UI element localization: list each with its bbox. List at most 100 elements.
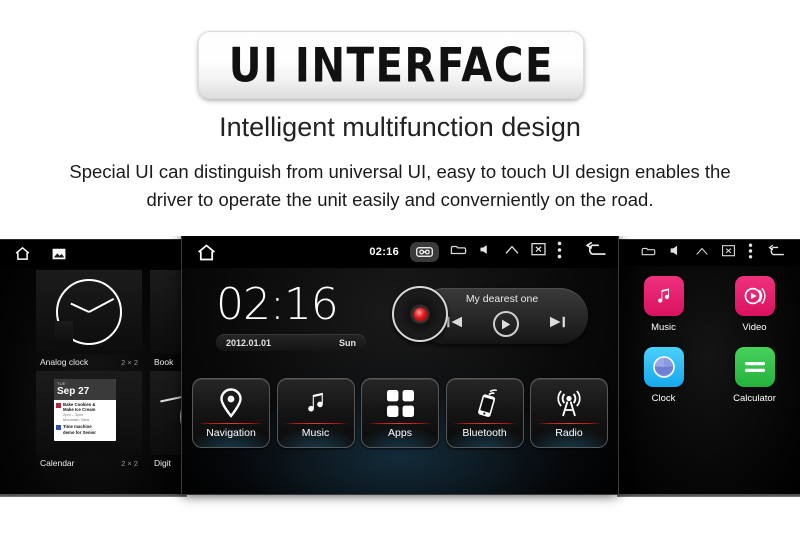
clock-date: 2012.01.01 — [226, 337, 272, 348]
clock-widget[interactable]: 02:16 2012.01.01 Sun — [216, 282, 366, 351]
prev-track-button[interactable] — [446, 315, 464, 334]
wallpaper-icon[interactable] — [52, 247, 66, 265]
tile-divider — [283, 423, 348, 424]
calendar-header: TUE Sep 27 — [54, 379, 116, 400]
clock-time: 02:16 — [216, 279, 339, 330]
app-tile-music[interactable]: Music — [276, 378, 355, 448]
widget-label: Digit — [154, 458, 172, 468]
screens-reflection: Calendar 2 × 2 Digit Navigation Music Ap… — [0, 494, 800, 558]
event-place: Mountain View — [63, 417, 90, 423]
clock-day-of-week: Sun — [339, 337, 356, 348]
center-screen[interactable]: 02:16 02:16 2012.01.01 Sun My dearest on… — [182, 236, 618, 494]
disc-center-label — [413, 307, 427, 321]
app-label: Video — [742, 322, 767, 333]
calendar-widget: TUE Sep 27 Bake Cookies & Make Ice Cream… — [54, 379, 116, 441]
right-screen[interactable]: Music Video Clock Calculator — [618, 240, 800, 496]
app-item-music[interactable]: Music — [627, 276, 701, 333]
home-icon[interactable] — [196, 242, 217, 268]
app-item-clock[interactable]: Clock — [627, 347, 701, 404]
app-grid: Music Video Clock Calculator — [618, 276, 800, 404]
center-statusbar: 02:16 — [182, 236, 618, 268]
tile-label: Apps — [388, 427, 412, 439]
sd-card-icon[interactable] — [450, 243, 467, 261]
play-button[interactable] — [492, 311, 519, 337]
media-controls — [432, 311, 580, 337]
widget-label-row: Calendar 2 × 2 — [36, 455, 142, 472]
paragraph-line-1: Special UI can distinguish from universa… — [69, 161, 731, 182]
equals-icon — [744, 362, 765, 372]
calculator-tile[interactable] — [734, 347, 775, 387]
widget-label: Calendar — [40, 458, 75, 468]
event-title-2: demo for Senior — [63, 429, 96, 435]
tile-label: Navigation — [206, 427, 256, 439]
tile-divider — [537, 423, 601, 424]
event-title: Time machine — [63, 424, 92, 430]
calendar-event: Bake Cookies & Make Ice Cream 2pm – 3pm … — [54, 400, 116, 422]
right-statusbar — [618, 240, 800, 266]
widget-label-row: Digit — [150, 455, 186, 472]
app-item-calculator[interactable]: Calculator — [718, 347, 792, 404]
sd-card-icon[interactable] — [641, 244, 656, 262]
radio-cassette-icon[interactable] — [410, 242, 439, 262]
phone-link-icon — [447, 387, 523, 419]
clock-tile[interactable] — [643, 347, 684, 387]
statusbar-clock: 02:16 — [369, 246, 399, 258]
grid-apps-icon — [362, 387, 438, 419]
radio-tower-icon — [531, 387, 607, 419]
clock-face-icon — [55, 279, 122, 347]
overflow-menu-icon[interactable] — [748, 243, 753, 264]
overflow-menu-icon[interactable] — [557, 241, 562, 264]
widget-item-calendar[interactable]: TUE Sep 27 Bake Cookies & Make Ice Cream… — [36, 371, 142, 472]
widget-column-right-partial: Book Digit — [150, 270, 186, 472]
left-screen[interactable]: Analog clock 2 × 2 TUE Sep 27 Bake Cooki… — [0, 240, 186, 496]
screen-off-icon[interactable] — [531, 243, 546, 261]
video-play-icon — [744, 287, 766, 305]
widget-label-row: Book — [150, 354, 186, 371]
left-statusbar — [0, 240, 186, 268]
subtitle: Intelligent multifunction design — [219, 112, 581, 142]
event-color-chip — [56, 425, 61, 431]
eject-icon[interactable] — [504, 243, 520, 261]
app-tile-navigation[interactable]: Navigation — [192, 378, 270, 448]
digital-clock-preview — [150, 371, 186, 455]
app-tile-bluetooth[interactable]: Bluetooth — [445, 378, 524, 448]
widget-item-digital-clock[interactable]: Digit — [150, 371, 186, 472]
app-item-video[interactable]: Video — [718, 276, 792, 333]
calendar-preview: TUE Sep 27 Bake Cookies & Make Ice Cream… — [36, 371, 142, 455]
home-icon[interactable] — [14, 245, 31, 267]
music-note-icon — [657, 288, 669, 303]
tile-divider — [199, 423, 263, 424]
calendar-event: Time machine demo for Senior — [54, 422, 116, 435]
calendar-date: Sep 27 — [57, 386, 90, 397]
volume-icon[interactable] — [478, 242, 493, 262]
widget-size: 2 × 2 — [121, 357, 138, 367]
music-note-icon — [278, 387, 354, 419]
app-shortcut-row: Navigation Music Apps Bluetooth Radio — [192, 378, 608, 448]
app-label: Music — [651, 322, 676, 333]
map-pin-icon — [193, 387, 269, 419]
screen-off-icon[interactable] — [722, 244, 735, 262]
event-color-chip — [56, 403, 61, 408]
title-banner: UI INTERFACE — [198, 31, 584, 99]
vinyl-disc-icon — [392, 286, 448, 342]
tile-label: Radio — [555, 427, 583, 439]
eject-icon[interactable] — [695, 244, 709, 262]
back-icon[interactable] — [766, 244, 786, 263]
media-widget[interactable]: My dearest one — [392, 286, 588, 346]
widget-label-row: Analog clock 2 × 2 — [36, 354, 142, 371]
next-track-button[interactable] — [548, 315, 566, 334]
app-tile-apps[interactable]: Apps — [361, 378, 439, 448]
music-tile[interactable] — [643, 276, 684, 316]
back-icon[interactable] — [583, 241, 608, 263]
tile-label: Bluetooth — [462, 427, 507, 439]
page-header: UI INTERFACE Intelligent multifunction d… — [0, 0, 800, 236]
app-tile-radio[interactable]: Radio — [530, 378, 608, 448]
video-tile[interactable] — [734, 276, 775, 316]
tile-label: Music — [301, 427, 330, 439]
widget-item-analog-clock[interactable]: Analog clock 2 × 2 — [36, 270, 142, 371]
volume-icon[interactable] — [669, 244, 682, 262]
bookmark-preview — [150, 270, 186, 354]
screens-stage: Analog clock 2 × 2 TUE Sep 27 Bake Cooki… — [0, 236, 800, 558]
widget-size: 2 × 2 — [121, 458, 138, 468]
widget-item-bookmark[interactable]: Book — [150, 270, 186, 371]
